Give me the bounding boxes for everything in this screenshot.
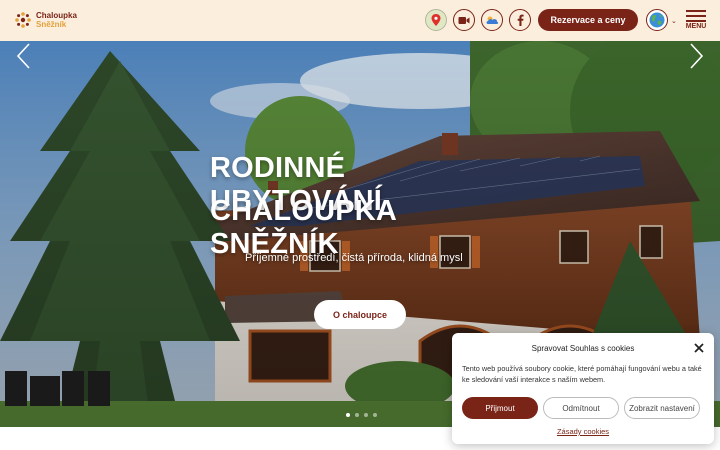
cookie-accept-button[interactable]: Přijmout	[462, 397, 538, 419]
logo-line-2: Sněžník	[36, 20, 67, 29]
slider-dots	[346, 413, 377, 417]
cookie-consent-dialog: Spravovat Souhlas s cookies Tento web po…	[452, 333, 714, 444]
cookie-preferences-button[interactable]: Zobrazit nastavení	[624, 397, 700, 419]
language-switcher[interactable]	[646, 9, 668, 31]
weather-button[interactable]	[481, 9, 503, 31]
cookie-policy-link[interactable]: Zásady cookies	[452, 427, 714, 436]
hamburger-bar	[686, 10, 706, 12]
slider-dot[interactable]	[346, 413, 350, 417]
hero-subtitle: Příjemné prostředí, čistá příroda, klidn…	[245, 252, 463, 264]
hamburger-bar	[686, 15, 706, 17]
site-header: Chaloupka Sněžník Rezervace a ceny ⌄ MEN…	[0, 0, 720, 41]
facebook-icon	[517, 14, 524, 26]
map-pin-icon	[431, 14, 441, 26]
about-chalet-button[interactable]: O chaloupce	[314, 300, 406, 329]
facebook-button[interactable]	[509, 9, 531, 31]
globe-icon	[649, 12, 665, 28]
slider-dot[interactable]	[364, 413, 368, 417]
video-camera-icon	[458, 16, 470, 24]
slider-dot[interactable]	[373, 413, 377, 417]
chevron-down-icon[interactable]: ⌄	[671, 17, 677, 25]
menu-label: MENU	[685, 23, 707, 30]
reservation-button[interactable]: Rezervace a ceny	[538, 9, 638, 31]
logo-line-1: Chaloupka	[36, 11, 77, 20]
webcam-button[interactable]	[453, 9, 475, 31]
cookie-deny-button[interactable]: Odmítnout	[543, 397, 619, 419]
cookie-text: Tento web používá soubory cookie, které …	[462, 364, 702, 384]
site-logo[interactable]: Chaloupka Sněžník	[14, 9, 77, 31]
cookie-title: Spravovat Souhlas s cookies	[531, 344, 635, 353]
map-button[interactable]	[425, 9, 447, 31]
slider-next-icon[interactable]	[686, 41, 706, 71]
slider-dot[interactable]	[355, 413, 359, 417]
close-icon[interactable]	[694, 343, 704, 353]
logo-flower-icon	[15, 12, 31, 28]
hamburger-bar	[686, 20, 706, 22]
slider-prev-icon[interactable]	[14, 41, 34, 71]
weather-icon	[486, 16, 499, 24]
